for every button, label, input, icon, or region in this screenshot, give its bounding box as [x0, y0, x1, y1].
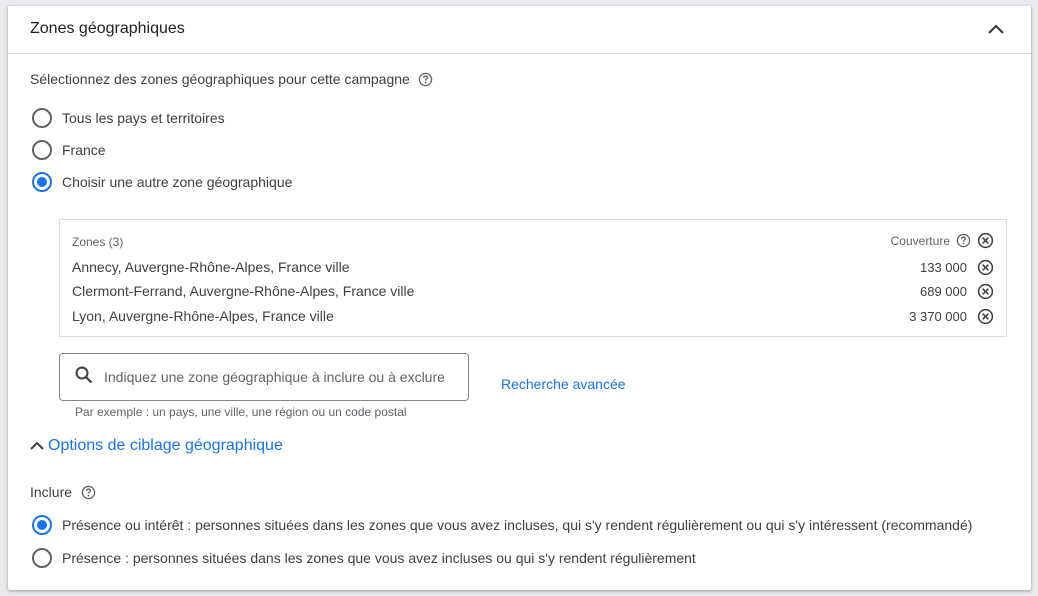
- locations-card: Zones géographiques Sélectionnez des zon…: [8, 6, 1031, 590]
- search-icon: [74, 365, 94, 390]
- radio-label: Présence : personnes situées dans les zo…: [62, 550, 696, 566]
- radio-other-location[interactable]: Choisir une autre zone géographique: [32, 172, 292, 192]
- locations-prompt: Sélectionnez des zones géographiques pou…: [30, 71, 433, 87]
- remove-icon[interactable]: [977, 259, 994, 276]
- coverage-label: Couverture: [890, 233, 950, 248]
- search-hint: Par exemple : un pays, une ville, une ré…: [75, 405, 407, 419]
- radio-label: Choisir une autre zone géographique: [62, 174, 293, 190]
- zone-name: Lyon, Auvergne-Rhône-Alpes, France ville: [72, 308, 334, 324]
- zone-reach: 133 000: [920, 259, 967, 275]
- chevron-up-icon: [30, 441, 44, 450]
- zone-name: Annecy, Auvergne-Rhône-Alpes, France vil…: [72, 259, 350, 275]
- zones-count-header: Zones (3): [72, 235, 124, 249]
- remove-icon[interactable]: [977, 283, 994, 300]
- coverage-header: Couverture: [891, 232, 994, 249]
- zone-reach: 689 000: [920, 283, 967, 299]
- zone-name: Clermont-Ferrand, Auvergne-Rhône-Alpes, …: [72, 283, 415, 299]
- radio-button[interactable]: [32, 108, 52, 128]
- radio-button-checked[interactable]: [32, 172, 52, 192]
- radio-label: Présence ou intérêt : personnes situées …: [62, 517, 973, 533]
- help-icon[interactable]: [956, 233, 971, 248]
- include-label: Inclure: [30, 484, 96, 500]
- radio-button[interactable]: [32, 140, 52, 160]
- radio-label: France: [62, 142, 106, 158]
- chevron-up-icon[interactable]: [985, 19, 1007, 41]
- radio-presence[interactable]: Présence : personnes situées dans les zo…: [32, 548, 696, 568]
- zone-row: Annecy, Auvergne-Rhône-Alpes, France vil…: [72, 256, 994, 278]
- location-search-field[interactable]: [59, 353, 469, 401]
- advanced-search-link[interactable]: Recherche avancée: [501, 376, 626, 392]
- targeting-options-toggle[interactable]: Options de ciblage géographique: [28, 437, 283, 455]
- locations-prompt-text: Sélectionnez des zones géographiques pou…: [30, 71, 410, 87]
- location-search-input[interactable]: [104, 369, 464, 385]
- zone-reach: 3 370 000: [909, 308, 967, 324]
- targeting-options-label: Options de ciblage géographique: [48, 437, 283, 454]
- radio-button-checked[interactable]: [32, 515, 52, 535]
- include-label-text: Inclure: [30, 484, 73, 500]
- radio-label: Tous les pays et territoires: [62, 110, 225, 126]
- remove-all-icon[interactable]: [977, 232, 994, 249]
- selected-zones-panel: Zones (3) Couverture Annecy, Auvergne-Rh…: [59, 219, 1007, 337]
- help-icon[interactable]: [418, 72, 433, 87]
- card-title: Zones géographiques: [30, 20, 185, 37]
- remove-icon[interactable]: [977, 308, 994, 325]
- zone-row: Lyon, Auvergne-Rhône-Alpes, France ville…: [72, 305, 994, 327]
- card-header: Zones géographiques: [8, 6, 1031, 54]
- zone-row: Clermont-Ferrand, Auvergne-Rhône-Alpes, …: [72, 280, 994, 302]
- help-icon[interactable]: [81, 485, 96, 500]
- radio-france[interactable]: France: [32, 140, 106, 160]
- radio-button[interactable]: [32, 548, 52, 568]
- radio-all-countries[interactable]: Tous les pays et territoires: [32, 108, 225, 128]
- radio-presence-or-interest[interactable]: Présence ou intérêt : personnes situées …: [32, 515, 972, 535]
